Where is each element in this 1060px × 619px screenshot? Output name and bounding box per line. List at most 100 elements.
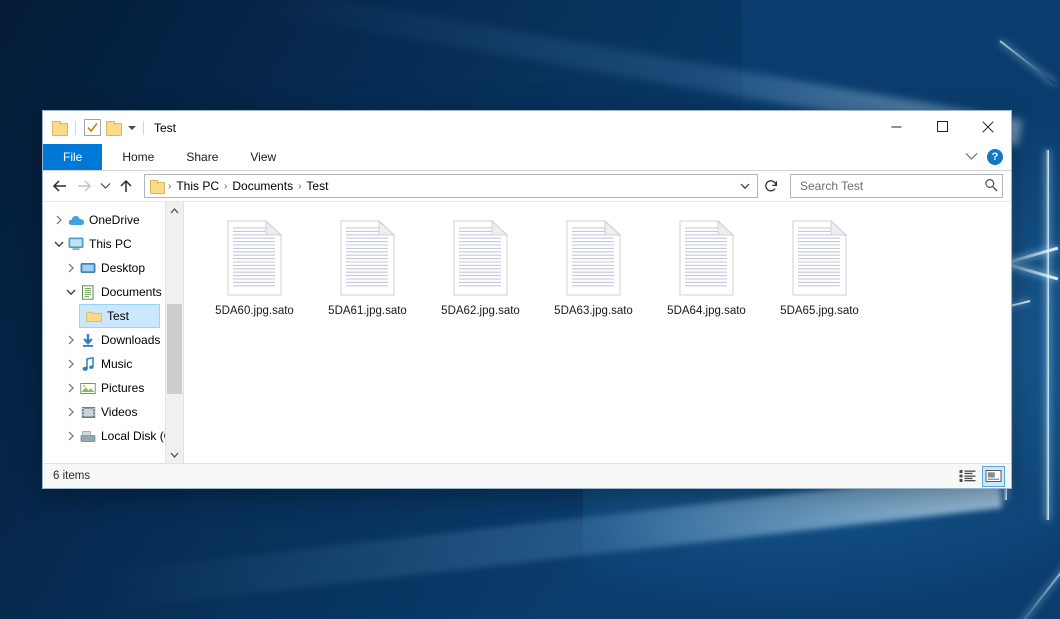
file-name-label: 5DA62.jpg.sato — [441, 305, 520, 317]
recent-locations-button[interactable] — [97, 175, 113, 197]
file-name-label: 5DA64.jpg.sato — [667, 305, 746, 317]
chevron-down-icon[interactable] — [128, 126, 136, 130]
breadcrumb-test[interactable]: Test — [302, 179, 332, 193]
help-icon[interactable]: ? — [987, 149, 1003, 165]
chevron-up-icon[interactable] — [166, 202, 183, 219]
folder-icon — [85, 310, 103, 323]
chevron-right-icon[interactable] — [63, 431, 79, 441]
up-button[interactable] — [115, 175, 137, 197]
sidebar-item-label: Videos — [101, 405, 137, 419]
scrollbar-track[interactable] — [166, 219, 183, 446]
forward-button — [73, 175, 95, 197]
breadcrumb-this-pc[interactable]: This PC — [172, 179, 223, 193]
generic-document-icon — [565, 220, 623, 296]
back-button[interactable] — [49, 175, 71, 197]
file-list-pane[interactable]: 5DA60.jpg.sato 5DA61.jpg.sato 5DA62.jpg.sa… — [183, 202, 1011, 463]
generic-document-icon — [678, 220, 736, 296]
documents-icon — [79, 285, 97, 300]
view-buttons — [957, 466, 1005, 487]
file-item[interactable]: 5DA60.jpg.sato — [198, 216, 311, 323]
breadcrumb[interactable]: › This PC › Documents › Test — [144, 174, 758, 198]
sidebar-item-this-pc[interactable]: This PC — [43, 232, 183, 256]
videos-icon — [79, 406, 97, 419]
chevron-down-icon[interactable] — [63, 289, 79, 296]
file-explorer-window: Test File Home Share View — [42, 110, 1012, 489]
sidebar-scrollbar[interactable] — [165, 202, 183, 463]
chevron-down-icon[interactable] — [166, 446, 183, 463]
search-input[interactable] — [798, 178, 984, 194]
sidebar-item-pictures[interactable]: Pictures — [43, 376, 183, 400]
sidebar-item-label: Pictures — [101, 381, 144, 395]
chevron-right-icon[interactable] — [63, 263, 79, 273]
chevron-right-icon[interactable] — [63, 407, 79, 417]
chevron-right-icon[interactable] — [51, 215, 67, 225]
file-item[interactable]: 5DA64.jpg.sato — [650, 216, 763, 323]
folder-icon[interactable] — [52, 121, 67, 134]
file-grid: 5DA60.jpg.sato 5DA61.jpg.sato 5DA62.jpg.sa… — [198, 216, 1011, 323]
status-bar: 6 items — [43, 463, 1011, 488]
refresh-icon[interactable] — [760, 179, 782, 193]
sidebar-item-documents[interactable]: Documents — [43, 280, 183, 304]
generic-document-icon — [452, 220, 510, 296]
sidebar-item-onedrive[interactable]: OneDrive — [43, 208, 183, 232]
file-name-label: 5DA65.jpg.sato — [780, 305, 859, 317]
properties-checkbox-icon[interactable] — [84, 119, 101, 136]
chevron-down-icon[interactable] — [51, 241, 67, 248]
chevron-down-icon[interactable] — [965, 150, 978, 164]
file-name-label: 5DA60.jpg.sato — [215, 305, 294, 317]
sidebar-item-downloads[interactable]: Downloads — [43, 328, 183, 352]
address-bar: › This PC › Documents › Test — [43, 171, 1011, 202]
search-box[interactable] — [790, 174, 1003, 198]
breadcrumb-documents[interactable]: Documents — [228, 179, 297, 193]
sidebar-item-test[interactable]: Test — [79, 304, 160, 328]
folder-icon — [150, 180, 164, 192]
minimize-icon[interactable] — [873, 111, 919, 142]
chevron-right-icon[interactable] — [63, 335, 79, 345]
sidebar-item-music[interactable]: Music — [43, 352, 183, 376]
ribbon-tabs: File Home Share View ? — [43, 144, 1011, 171]
tab-view[interactable]: View — [234, 144, 292, 170]
sidebar-item-label: Desktop — [101, 261, 145, 275]
desktop-icon — [79, 262, 97, 275]
sidebar-item-label: Test — [107, 309, 129, 323]
new-folder-icon[interactable] — [106, 121, 121, 134]
sidebar-item-local-disk-c[interactable]: Local Disk (C:) — [43, 424, 183, 448]
large-icons-view-button[interactable] — [982, 466, 1005, 487]
close-icon[interactable] — [965, 111, 1011, 142]
sidebar-item-label: Downloads — [101, 333, 160, 347]
chevron-right-icon[interactable] — [63, 383, 79, 393]
file-item[interactable]: 5DA63.jpg.sato — [537, 216, 650, 323]
chevron-right-icon[interactable] — [63, 359, 79, 369]
cloud-icon — [67, 214, 85, 227]
sidebar-item-label: This PC — [89, 237, 132, 251]
sidebar-item-videos[interactable]: Videos — [43, 400, 183, 424]
search-icon[interactable] — [984, 178, 998, 195]
generic-document-icon — [226, 220, 284, 296]
sidebar-item-label: Music — [101, 357, 132, 371]
sidebar-item-desktop[interactable]: Desktop — [43, 256, 183, 280]
tab-share[interactable]: Share — [170, 144, 234, 170]
window-body: OneDrive This PC — [43, 202, 1011, 463]
music-icon — [79, 357, 97, 372]
ribbon-actions: ? — [965, 144, 1011, 170]
chevron-down-icon[interactable] — [735, 179, 755, 193]
details-view-button[interactable] — [957, 467, 978, 486]
generic-document-icon — [339, 220, 397, 296]
monitor-icon — [67, 237, 85, 251]
title-bar: Test — [43, 111, 1011, 144]
file-item[interactable]: 5DA65.jpg.sato — [763, 216, 876, 323]
pictures-icon — [79, 382, 97, 395]
divider — [143, 121, 144, 135]
window-title: Test — [154, 121, 176, 135]
generic-document-icon — [791, 220, 849, 296]
drive-icon — [79, 430, 97, 443]
scrollbar-thumb[interactable] — [167, 304, 182, 394]
quick-access-toolbar — [52, 119, 136, 136]
file-item[interactable]: 5DA61.jpg.sato — [311, 216, 424, 323]
tab-home[interactable]: Home — [106, 144, 170, 170]
maximize-icon[interactable] — [919, 111, 965, 142]
desktop: Test File Home Share View — [0, 0, 1060, 619]
tab-file[interactable]: File — [43, 144, 102, 170]
file-item[interactable]: 5DA62.jpg.sato — [424, 216, 537, 323]
navigation-pane: OneDrive This PC — [43, 202, 183, 463]
